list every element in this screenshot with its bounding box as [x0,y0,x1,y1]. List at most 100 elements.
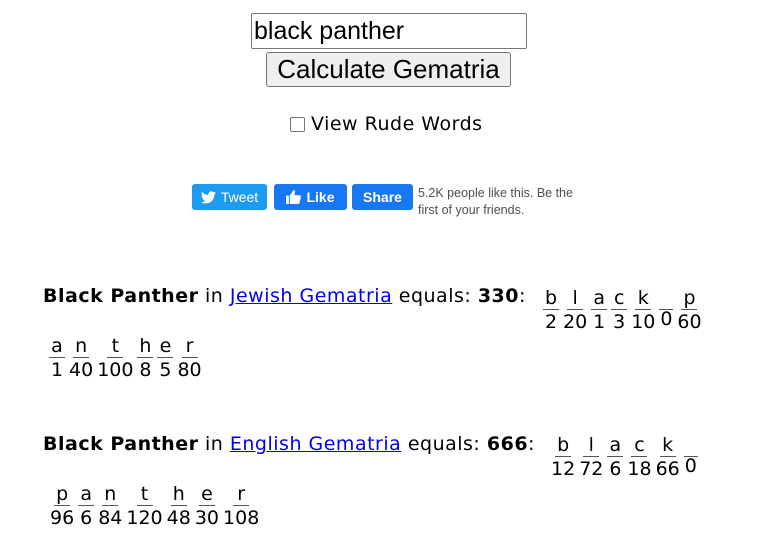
in-text: in [198,285,230,307]
letter-value-pair: c3 [611,287,628,334]
result-total: 330 [477,285,519,307]
letter-value: 3 [613,311,626,333]
view-rude-words-option[interactable]: View Rude Words [288,111,483,137]
letter: t [107,335,124,358]
letter-value: 0 [684,455,697,477]
letter-value: 8 [139,359,152,381]
letter: c [611,287,628,310]
letter-value: 12 [551,458,576,480]
letter-value: 120 [126,507,163,529]
letter: r [233,483,250,506]
rude-words-label[interactable]: View Rude Words [311,113,483,135]
english-gematria-link[interactable]: English Gematria [230,433,401,455]
letter: n [102,483,119,506]
breakdown-row: b 12 l 72 a 6 c 18 k 66 0 [551,434,702,481]
letter-value: 66 [655,458,680,480]
letter: e [157,335,174,358]
letter: b [555,434,572,457]
twitter-bird-icon [200,190,216,203]
letter-value: 10 [631,311,656,333]
letter-value-pair: 0 [683,434,698,477]
letter-value: 5 [159,359,172,381]
letter-value: 0 [660,308,673,330]
letter-value-pair: n 84 [98,483,122,530]
search-input[interactable] [251,13,527,49]
letter: h [137,335,154,358]
letter-value-pair: r 108 [223,483,259,530]
letter-value-pair: k 66 [656,434,680,481]
letter-value-pair: h8 [137,335,154,382]
jewish-gematria-link[interactable]: Jewish Gematria [230,285,392,307]
letter-value: 100 [97,359,134,381]
letter-value-pair: a1 [49,335,65,382]
letter-value-pair: p 96 [50,483,74,530]
thumbs-up-icon [286,190,302,204]
letter-value-pair: e 30 [195,483,219,530]
in-text: in [198,433,230,455]
letter-value: 18 [627,458,652,480]
letter-value-pair: l 72 [579,434,603,481]
letter-value-pair: p 60 [677,287,701,334]
letter-value: 6 [80,507,93,529]
result-1-line: Black Panther in Jewish Gematria equals:… [43,285,526,307]
letter-value: 84 [98,507,123,529]
letter-value-pair: e5 [157,335,174,382]
letter-value-pair: b2 [543,287,559,334]
letter: a [49,335,65,358]
letter-value-pair: k 10 [631,287,655,334]
colon: : [518,285,526,307]
facebook-share-button[interactable]: Share [352,184,413,210]
letter: e [198,483,215,506]
letter-value: 48 [166,507,191,529]
letter-value-pair: n 40 [69,335,93,382]
letter: c [631,434,648,457]
result-total: 666 [486,433,529,455]
letter: p [681,287,698,310]
letter: l [583,434,600,457]
breakdown-row: p 96 a 6 n 84 t 120 h 48 e 30 r 108 [50,483,263,530]
tweet-button[interactable]: Tweet [192,184,267,210]
letter-value: 80 [177,359,202,381]
letter: n [73,335,90,358]
letter-value: 20 [563,311,588,333]
letter-value-pair: h 48 [167,483,191,530]
letter-value-pair: b 12 [551,434,575,481]
like-label: Like [306,189,335,205]
calculate-gematria-button[interactable]: Calculate Gematria [266,52,511,87]
result-2-line: Black Panther in English Gematria equals… [43,433,535,455]
breakdown-row: a 1 n 40 t 100 h 8 e 5 r 80 [49,335,206,382]
letter: h [170,483,187,506]
letter-value: 1 [593,311,606,333]
tweet-label: Tweet [220,189,259,205]
letter-value: 30 [194,507,220,529]
letter-value-pair: l 20 [563,287,587,334]
letter-value-pair: 0 [659,287,674,330]
rude-words-checkbox[interactable] [290,116,305,132]
equals-text: equals: [392,285,478,307]
letter-value-pair: c 18 [627,434,651,481]
letter [683,434,698,457]
letter: r [181,335,198,358]
letter: l [567,287,584,310]
letter: a [78,483,95,506]
letter-value: 108 [223,507,260,529]
letter-value-pair: t 120 [126,483,162,530]
letter: k [635,287,652,310]
breakdown-row: b 2 l 20 a 1 c 3 k 10 0 p 60 [543,287,706,334]
letter-value: 40 [69,359,94,381]
letter: a [607,434,624,457]
share-label: Share [363,189,402,205]
colon: : [528,433,535,455]
letter-value: 96 [50,507,75,529]
letter-value-pair: t 100 [97,335,133,382]
letter-value-pair: a1 [591,287,608,334]
equals-text: equals: [401,433,487,455]
letter: p [54,483,71,506]
letter-value: 1 [50,359,64,381]
result-phrase: Black Panther [43,433,199,455]
letter [659,287,674,310]
result-phrase: Black Panther [43,285,199,307]
letter-value: 2 [544,311,558,333]
letter: b [543,287,559,310]
facebook-like-button[interactable]: Like [274,184,347,210]
